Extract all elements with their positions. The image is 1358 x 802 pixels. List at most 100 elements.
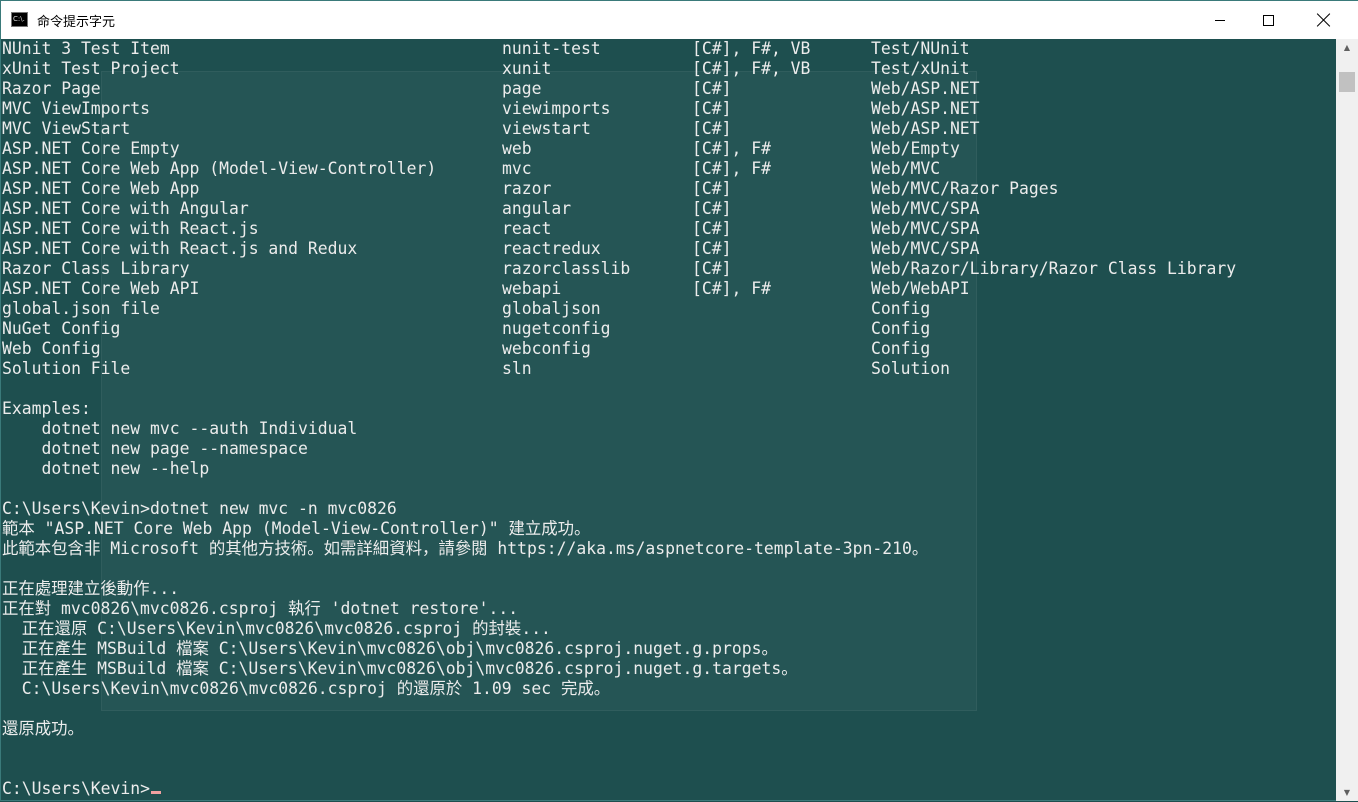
template-name: Web Config (2, 339, 101, 358)
template-short-name: viewimports (502, 99, 611, 118)
text-cursor (151, 791, 162, 794)
console-output[interactable]: NUnit 3 Test Item nunit-test [C#], F#, VB T… (1, 39, 1336, 802)
template-tags: Web/Razor/Library/Razor Class Library (871, 259, 1237, 278)
template-name: MVC ViewImports (2, 99, 151, 118)
output-line: 還原成功。 (2, 719, 84, 738)
template-tags: Web/ASP.NET (871, 79, 980, 98)
template-row: ASP.NET Core Web App (Model-View-Control… (2, 159, 1332, 179)
output-line: dotnet new page --namespace (2, 439, 308, 458)
template-tags: Test/NUnit (871, 39, 970, 58)
template-tags: Solution (871, 359, 950, 378)
template-language: [C#] (692, 239, 732, 258)
template-name: global.json file (2, 299, 160, 318)
vertical-scrollbar[interactable]: ▲ ▼ (1336, 39, 1358, 801)
template-language: [C#] (692, 219, 732, 238)
template-tags: Web/WebAPI (871, 279, 970, 298)
template-tags: Config (871, 339, 931, 358)
template-language: [C#], F#, VB (692, 59, 811, 78)
template-row: ASP.NET Core with Angular angular [C#] Web/… (2, 199, 1332, 219)
close-icon (1317, 13, 1331, 27)
template-row: xUnit Test Project xunit [C#], F#, VB Test/… (2, 59, 1332, 79)
output-line: 正在處理建立後動作... (2, 579, 180, 598)
maximize-icon (1262, 14, 1274, 26)
template-short-name: react (502, 219, 552, 238)
template-short-name: razorclasslib (502, 259, 631, 278)
template-short-name: sln (502, 359, 532, 378)
template-language: [C#] (692, 119, 732, 138)
cmd-icon: C:\. (11, 12, 28, 27)
template-short-name: mvc (502, 159, 532, 178)
template-language: [C#], F#, VB (692, 39, 811, 58)
template-short-name: webconfig (502, 339, 591, 358)
template-tags: Web/ASP.NET (871, 119, 980, 138)
scrollbar-thumb[interactable] (1339, 72, 1355, 92)
output-line: 範本 "ASP.NET Core Web App (Model-View-Con… (2, 519, 591, 538)
template-tags: Web/MVC/SPA (871, 219, 980, 238)
template-row: Razor Page page [C#] Web/ASP.NET (2, 79, 1332, 99)
template-short-name: globaljson (502, 299, 601, 318)
template-short-name: page (502, 79, 542, 98)
output-line: 正在對 mvc0826\mvc0826.csproj 執行 'dotnet re… (2, 599, 519, 618)
template-name: NUnit 3 Test Item (2, 39, 170, 58)
template-name: ASP.NET Core Empty (2, 139, 180, 158)
template-short-name: reactredux (502, 239, 601, 258)
template-language: [C#] (692, 259, 732, 278)
template-name: Solution File (2, 359, 131, 378)
maximize-button[interactable] (1245, 1, 1291, 39)
template-language: [C#], F# (692, 279, 771, 298)
template-short-name: xunit (502, 59, 552, 78)
template-row: MVC ViewImports viewimports [C#] Web/ASP.NE… (2, 99, 1332, 119)
template-row: ASP.NET Core Web API webapi [C#], F# Web/We… (2, 279, 1332, 299)
template-row: MVC ViewStart viewstart [C#] Web/ASP.NET (2, 119, 1332, 139)
template-row: global.json file globaljson Config (2, 299, 1332, 319)
template-row: NuGet Config nugetconfig Config (2, 319, 1332, 339)
output-line: 正在產生 MSBuild 檔案 C:\Users\Kevin\mvc0826\o… (2, 659, 798, 678)
template-row: Razor Class Library razorclasslib [C#] Web/… (2, 259, 1332, 279)
template-name: ASP.NET Core with React.js (2, 219, 259, 238)
template-language: [C#] (692, 79, 732, 98)
template-language: [C#] (692, 99, 732, 118)
prompt-line[interactable]: C:\Users\Kevin> (2, 779, 162, 799)
minimize-button[interactable] (1197, 1, 1243, 39)
output-line: C:\Users\Kevin>dotnet new mvc -n mvc0826 (2, 499, 397, 518)
template-short-name: razor (502, 179, 552, 198)
close-button[interactable] (1301, 1, 1347, 39)
scroll-up-arrow-icon[interactable]: ▲ (1336, 39, 1358, 56)
template-tags: Test/xUnit (871, 59, 970, 78)
template-tags: Web/MVC (871, 159, 941, 178)
template-tags: Config (871, 319, 931, 338)
output-line: dotnet new --help (2, 459, 210, 478)
prompt-text: C:\Users\Kevin> (2, 779, 151, 798)
template-tags: Config (871, 299, 931, 318)
template-short-name: viewstart (502, 119, 591, 138)
template-language: [C#], F# (692, 139, 771, 158)
template-name: NuGet Config (2, 319, 121, 338)
template-name: Razor Page (2, 79, 101, 98)
template-language: [C#], F# (692, 159, 771, 178)
template-name: MVC ViewStart (2, 119, 131, 138)
template-language: [C#] (692, 179, 732, 198)
template-name: ASP.NET Core with React.js and Redux (2, 239, 358, 258)
template-tags: Web/MVC/Razor Pages (871, 179, 1059, 198)
output-line: 正在還原 C:\Users\Kevin\mvc0826\mvc0826.cspr… (2, 619, 551, 638)
template-name: ASP.NET Core Web App (Model-View-Control… (2, 159, 437, 178)
output-line: dotnet new mvc --auth Individual (2, 419, 358, 438)
template-short-name: nugetconfig (502, 319, 611, 338)
template-tags: Web/MVC/SPA (871, 199, 980, 218)
template-name: ASP.NET Core Web App (2, 179, 200, 198)
template-name: Razor Class Library (2, 259, 190, 278)
template-row: Web Config webconfig Config (2, 339, 1332, 359)
template-name: ASP.NET Core Web API (2, 279, 200, 298)
command-prompt-window: C:\. 命令提示字元 NUnit 3 Test Item nunit-test [… (0, 0, 1358, 801)
output-line: 此範本包含非 Microsoft 的其他方技術。如需詳細資料，請參閱 https… (2, 539, 929, 558)
output-line: 正在產生 MSBuild 檔案 C:\Users\Kevin\mvc0826\o… (2, 639, 778, 658)
template-row: Solution File sln Solution (2, 359, 1332, 379)
scroll-down-arrow-icon[interactable]: ▼ (1336, 784, 1358, 801)
template-row: ASP.NET Core Empty web [C#], F# Web/Empty (2, 139, 1332, 159)
window-title: 命令提示字元 (37, 15, 116, 30)
template-row: ASP.NET Core with React.js and Redux reac… (2, 239, 1332, 259)
template-language: [C#] (692, 199, 732, 218)
title-bar[interactable]: C:\. 命令提示字元 (1, 1, 1358, 39)
template-tags: Web/MVC/SPA (871, 239, 980, 258)
template-short-name: angular (502, 199, 572, 218)
